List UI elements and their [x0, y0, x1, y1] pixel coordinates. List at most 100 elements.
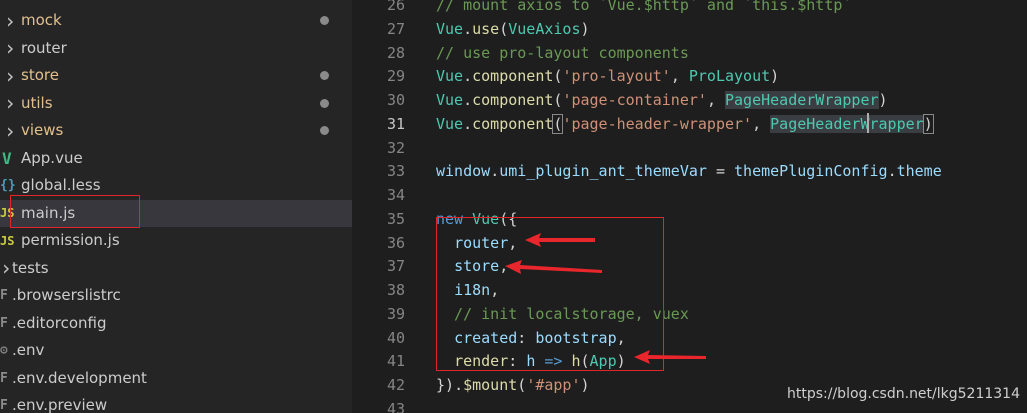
line-number: 40 — [386, 328, 405, 347]
chevron-right-icon: › — [4, 91, 17, 115]
code-line[interactable]: 32 — [352, 136, 1027, 160]
tree-item-env[interactable]: ⚙ .env — [0, 337, 352, 364]
code-token: new — [436, 209, 464, 228]
tree-item-main-js[interactable]: JS main.js — [0, 199, 352, 227]
tree-item-env-development[interactable]: F .env.development — [0, 365, 352, 392]
tree-item-label: store — [21, 66, 59, 84]
code-editor[interactable]: 26 // mount axios to `Vue.$http` and `thi… — [352, 0, 1027, 413]
code-token: umi_plugin_ant_themeVar — [499, 162, 707, 181]
tree-item-utils[interactable]: › utils — [0, 90, 352, 117]
code-token: , — [752, 114, 771, 133]
code-token: $mount — [463, 376, 518, 394]
tree-item-global-less[interactable]: {} global.less — [0, 172, 352, 199]
line-number: 42 — [386, 376, 405, 394]
tree-item-views[interactable]: › views — [0, 117, 352, 144]
chevron-right-icon: › — [4, 8, 17, 33]
tree-item-store[interactable]: › store — [0, 62, 352, 89]
code-token: : — [517, 328, 536, 347]
code-line[interactable]: 30 Vue.component('page-container', PageHe… — [352, 88, 1027, 112]
code-token: router — [454, 233, 509, 252]
code-text: window.umi_plugin_ant_themeVar = themePl… — [436, 159, 942, 183]
code-line[interactable]: 41 render: h => h(App) — [352, 349, 1027, 373]
code-text: }).$mount('#app') — [436, 373, 590, 397]
code-token: 'page-container' — [562, 91, 707, 109]
tree-item-label: main.js — [21, 203, 76, 222]
code-token: Vue — [436, 19, 464, 38]
code-line[interactable]: 40 created: bootstrap, — [352, 326, 1027, 350]
tree-item-label: .env.development — [12, 368, 147, 387]
code-token: . — [454, 376, 464, 394]
line-number: 26 — [386, 0, 405, 14]
line-number: 27 — [386, 19, 405, 38]
tree-item-permission-js[interactable]: JS permission.js — [0, 227, 352, 254]
tree-item-label: .editorconfig — [12, 313, 107, 332]
code-token: theme — [896, 162, 942, 181]
code-line[interactable]: 39 // init localstorage, vuex — [352, 302, 1027, 326]
code-token: '#app' — [526, 376, 581, 394]
code-line[interactable]: 36 router, — [352, 231, 1027, 255]
code-text: Vue.component('pro-layout', ProLayout) — [436, 64, 779, 88]
tree-item-label: mock — [21, 11, 62, 29]
code-token: App — [589, 352, 617, 371]
chevron-right-icon: › — [4, 118, 17, 143]
chevron-right-icon: › — [4, 63, 17, 88]
tree-item-label: views — [21, 121, 64, 139]
tree-item-router[interactable]: › router — [0, 35, 352, 62]
code-token: Vue — [436, 91, 464, 109]
code-token: ) — [878, 91, 888, 109]
code-token: , — [499, 257, 509, 276]
code-line[interactable]: 26 // mount axios to `Vue.$http` and `thi… — [352, 0, 1027, 17]
tree-item-editorconfig[interactable]: F .editorconfig — [0, 310, 352, 337]
code-token: 'pro-layout' — [562, 67, 671, 86]
watermark-text: https://blog.csdn.net/lkg5211314 — [787, 386, 1020, 402]
less-file-icon: {} — [0, 178, 16, 193]
tree-item-label: .browserslistrc — [12, 286, 121, 304]
code-token: PageHeaderWrapper — [725, 91, 879, 109]
code-line[interactable]: 28 // use pro-layout components — [352, 41, 1027, 65]
code-token: , — [508, 233, 518, 252]
line-number: 32 — [386, 138, 405, 157]
code-line[interactable]: 38 i18n, — [352, 278, 1027, 302]
code-token: h — [571, 352, 581, 371]
code-token: . — [887, 162, 897, 181]
code-line[interactable]: 34 — [352, 183, 1027, 207]
line-number: 43 — [386, 399, 405, 413]
code-token: , — [670, 67, 689, 86]
code-token: . — [490, 162, 500, 181]
code-line[interactable]: 31 Vue.component('page-header-wrapper', P… — [352, 112, 1027, 136]
code-token: store — [454, 257, 500, 276]
modified-dot-icon — [320, 98, 329, 108]
line-number: 31 — [386, 114, 405, 133]
modified-dot-icon — [320, 126, 329, 135]
code-token: Vue — [472, 209, 500, 228]
tree-item-env-preview[interactable]: F .env.preview — [0, 392, 352, 413]
tree-item-tests[interactable]: › tests — [0, 255, 352, 282]
code-token: . — [463, 67, 473, 86]
line-number: 36 — [386, 233, 405, 252]
code-token: themePluginConfig — [734, 162, 888, 181]
code-token: h — [526, 352, 536, 371]
tree-item-browserslistrc[interactable]: F .browserslistrc — [0, 282, 352, 309]
code-token: 'page-header-wrapper' — [562, 114, 753, 133]
code-token: PageHeaderWrapper — [770, 114, 924, 133]
code-token: use — [472, 19, 500, 38]
code-line[interactable]: 33 window.umi_plugin_ant_themeVar = theme… — [352, 159, 1027, 183]
code-token: ( — [499, 19, 509, 38]
code-line[interactable]: 35 new Vue({ — [352, 207, 1027, 231]
code-line[interactable]: 27 Vue.use(VueAxios) — [352, 17, 1027, 41]
tree-item-app-vue[interactable]: V App.vue — [0, 145, 352, 172]
code-token: ( — [580, 352, 590, 371]
code-token: Vue — [436, 67, 464, 86]
tree-item-mock[interactable]: › mock — [0, 7, 352, 34]
code-token: , — [706, 91, 725, 109]
code-text: store, — [436, 254, 508, 278]
code-token: = — [706, 162, 735, 181]
code-line[interactable]: 29 Vue.component('pro-layout', ProLayout) — [352, 64, 1027, 88]
code-line[interactable]: 37 store, — [352, 254, 1027, 278]
code-token: => — [544, 352, 563, 371]
